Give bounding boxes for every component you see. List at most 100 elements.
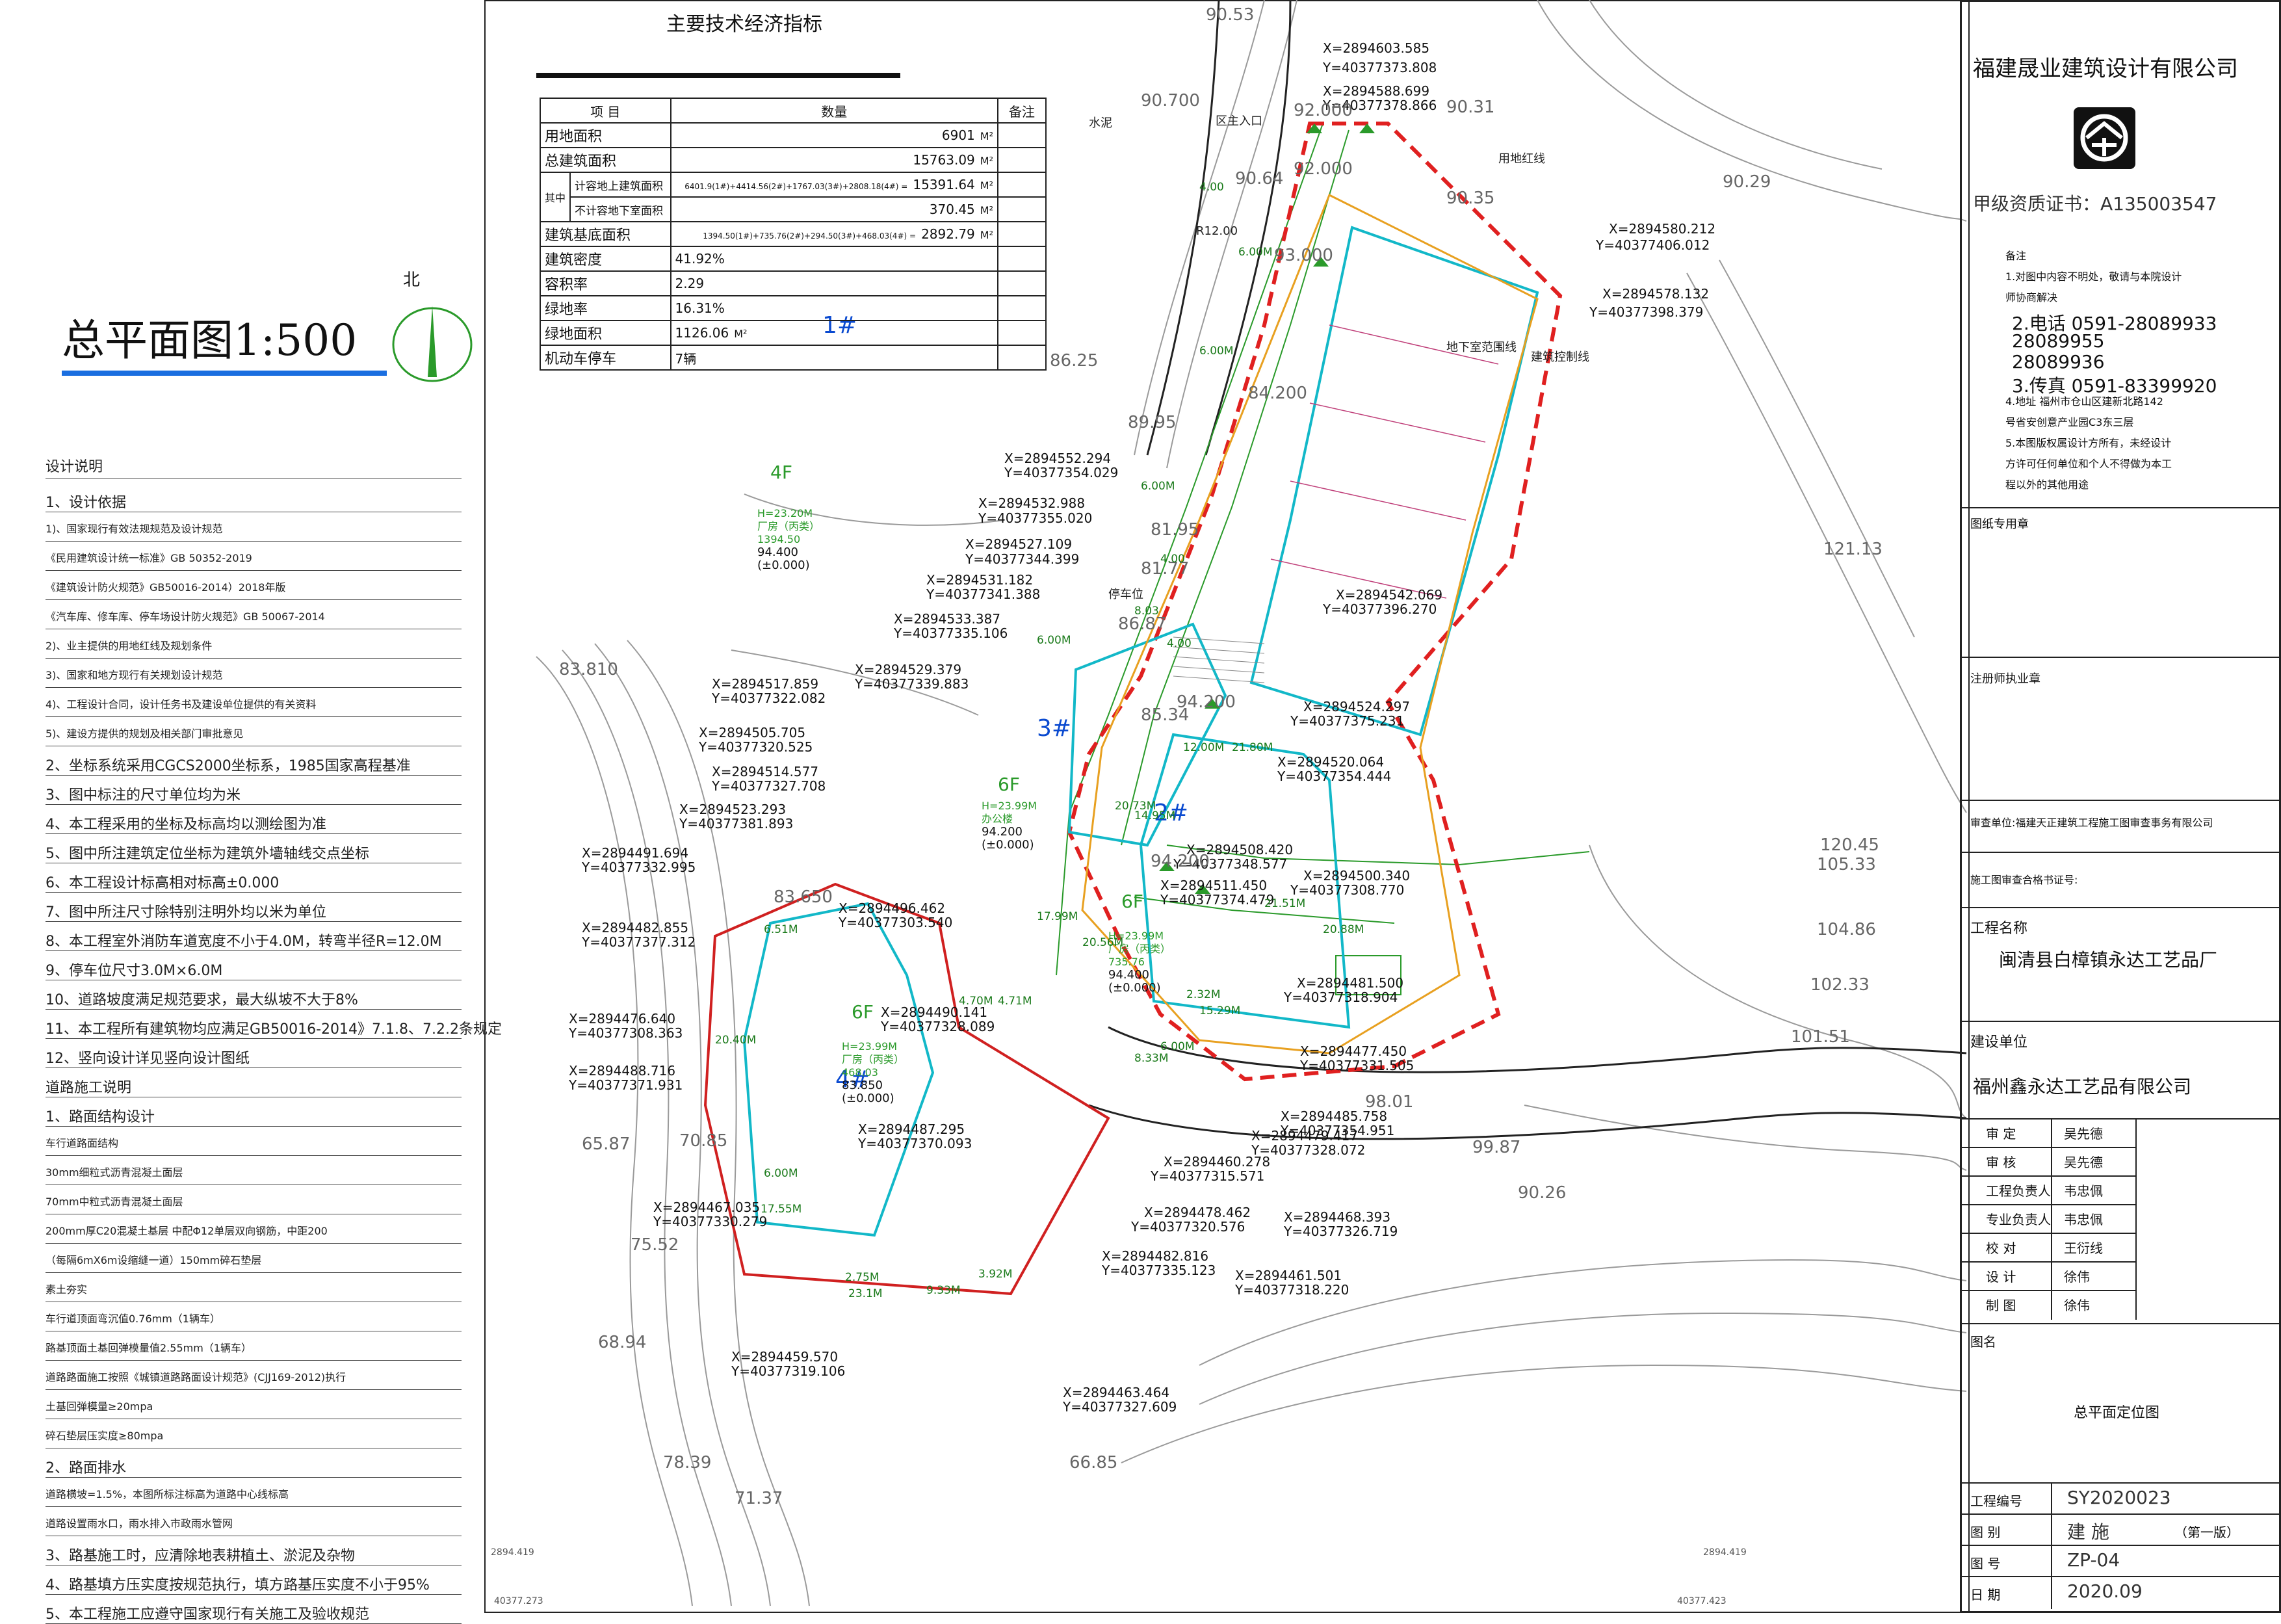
table-row-note [997,172,1047,198]
coordinate-label: X=2894511.450 [1160,878,1268,893]
note-line: 2)、业主提供的用地红线及规划条件 [46,640,213,652]
signoff-divider-row [1960,1261,2135,1263]
building-elevation: 94.400 [757,545,798,559]
dimension-label: 8.33M [1134,1052,1169,1065]
table-row-note [997,122,1047,148]
coordinate-label: X=2894588.699 [1323,83,1430,99]
note-line: 4、本工程采用的坐标及标高均以测绘图为准 [46,817,326,833]
note-line: 《汽车库、修车库、停车场设计防火规范》GB 50067-2014 [46,610,325,623]
site-label-cement: 水泥 [1089,116,1112,130]
building-zero: (±0.000) [842,1092,894,1105]
drawing-name-divider [1960,1323,2281,1324]
table-row: 建筑密度 41.92% [540,246,1047,272]
elevation-label: 83.810 [559,660,618,679]
coordinate-label: X=2894578.132 [1602,286,1710,302]
note-line: 素土夯实 [46,1283,88,1296]
table-row-unit: M² [980,179,993,192]
site-label-basement: 地下室范围线 [1446,341,1517,354]
table-row: 绿地面积 1126.06 M² [540,320,1047,346]
table-row-value-cell: 1394.50(1#)+735.76(2#)+294.50(3#)+468.03… [670,221,999,247]
note-rule [46,1389,462,1390]
table-header-note: 备注 [997,98,1047,124]
table-row-value: 7辆 [675,350,697,367]
review-unit: 审查单位:福建天正建筑工程施工图审查事务有限公司 [1970,817,2213,829]
dimension-label: 23.1M [848,1287,883,1300]
table-row-label: 建筑密度 [540,246,671,272]
reg-divider [1960,657,2281,658]
coordinate-label: X=2894523.293 [679,802,787,817]
elevation-label: 90.29 [1723,172,1771,192]
table-row-value-cell: 41.92% [670,246,999,272]
building-height: H=23.99M [982,800,1037,812]
signoff-divider-row [1960,1233,2135,1234]
drawing-title: 总平面图1:500 [62,315,358,365]
note-rule [46,833,462,834]
coordinate-label: X=2894460.278 [1164,1154,1271,1170]
meta-value: 2020.09 [2067,1580,2143,1602]
title-note-line: 备注 [2005,250,2027,262]
note-line: 2、路面排水 [46,1460,126,1476]
note-rule [46,658,462,659]
coordinate-label: Y=40377327.609 [1063,1399,1177,1415]
site-label-entrance: 区主入口 [1216,114,1262,128]
title-note-line: 程以外的其他用途 [2005,478,2089,491]
note-line: 碎石垫层压实度≥80mpa [46,1430,164,1442]
dimension-label: 20.40M [715,1034,757,1047]
elevation-label: 98.01 [1365,1092,1414,1112]
dimension-label: 17.55M [761,1203,802,1216]
dimension-label: 15.29M [1199,1004,1241,1017]
dimension-label: 3.92M [978,1268,1013,1281]
signoff-divider-row [1960,1147,2135,1148]
coordinate-label: X=2894505.705 [699,725,806,740]
note-rule [46,804,462,805]
note-line: 2、坐标系统采用CGCS2000坐标系，1985国家高程基准 [46,758,411,774]
elevation-label: 101.51 [1791,1027,1850,1047]
coordinate-label: Y=40377320.525 [699,739,813,755]
site-label-buildline: 建筑控制线 [1531,350,1589,364]
coordinate-label: Y=40377406.012 [1596,237,1710,253]
note-rule [46,1155,462,1156]
table-row-note [997,345,1047,371]
table-row-formula: 1394.50(1#)+735.76(2#)+294.50(3#)+468.03… [703,231,917,241]
meta-divider-row [1960,1545,2281,1546]
elevation-label: 120.45 [1820,835,1879,855]
building-floors-label: 6F [852,1001,874,1023]
table-row-label: 不计容地下室面积 [569,196,671,222]
company-logo-icon [2074,107,2135,169]
elevation-label: 65.87 [582,1134,631,1154]
dimension-label: 21.80M [1232,741,1273,754]
coordinate-label: X=2894531.182 [926,572,1034,588]
elevation-label: 84.200 [1248,384,1307,403]
building-id-label: 3# [1037,715,1072,742]
table-row-label: 总建筑面积 [540,147,671,173]
elevation-label: 92.000 [1294,101,1353,120]
coordinate-label: Y=40377398.379 [1589,304,1704,320]
note-line: 11、本工程所有建筑物均应满足GB50016-2014》7.1.8、7.2.2条… [46,1021,502,1038]
table-group-cell: 其中 [539,172,571,222]
coordinate-label: X=2894478.462 [1144,1205,1251,1220]
signoff-col-line [2135,1118,2137,1320]
dimension-label: 4.00 [1167,637,1192,650]
signoff-col-line [2051,1118,2052,1320]
coordinate-label: X=2894468.393 [1284,1209,1391,1225]
table-row-value-cell: 7辆 [670,345,999,371]
drawing-name-label: 图名 [1970,1334,1996,1350]
north-label: 北 [403,270,421,290]
table-row: 不计容地下室面积 370.45 M² [540,196,1047,222]
building-use: 办公楼 [982,813,1013,825]
drawing-name: 总平面定位图 [2074,1405,2160,1421]
dimension-label: 4.00 [1199,181,1224,194]
note-line: 道路施工说明 [46,1080,132,1096]
coordinate-label: Y=40377341.388 [926,586,1041,602]
coordinate-label: X=2894476.640 [569,1011,676,1027]
signoff-role: 审 核 [1986,1155,2016,1170]
elevation-label: 105.33 [1817,855,1876,874]
coordinate-label: Y=40377320.576 [1131,1219,1245,1235]
coordinate-label: X=2894542.069 [1336,587,1443,603]
coordinate-label: Y=40377315.571 [1151,1168,1265,1184]
coordinate-label: Y=40377328.089 [881,1019,995,1034]
note-line: 《建筑设计防火规范》GB50016-2014）2018年版 [46,581,286,594]
dimension-label: 4.71M [998,995,1032,1008]
dimension-label: 6.00M [1141,480,1175,493]
table-row: 用地面积 6901 M² [540,122,1047,148]
